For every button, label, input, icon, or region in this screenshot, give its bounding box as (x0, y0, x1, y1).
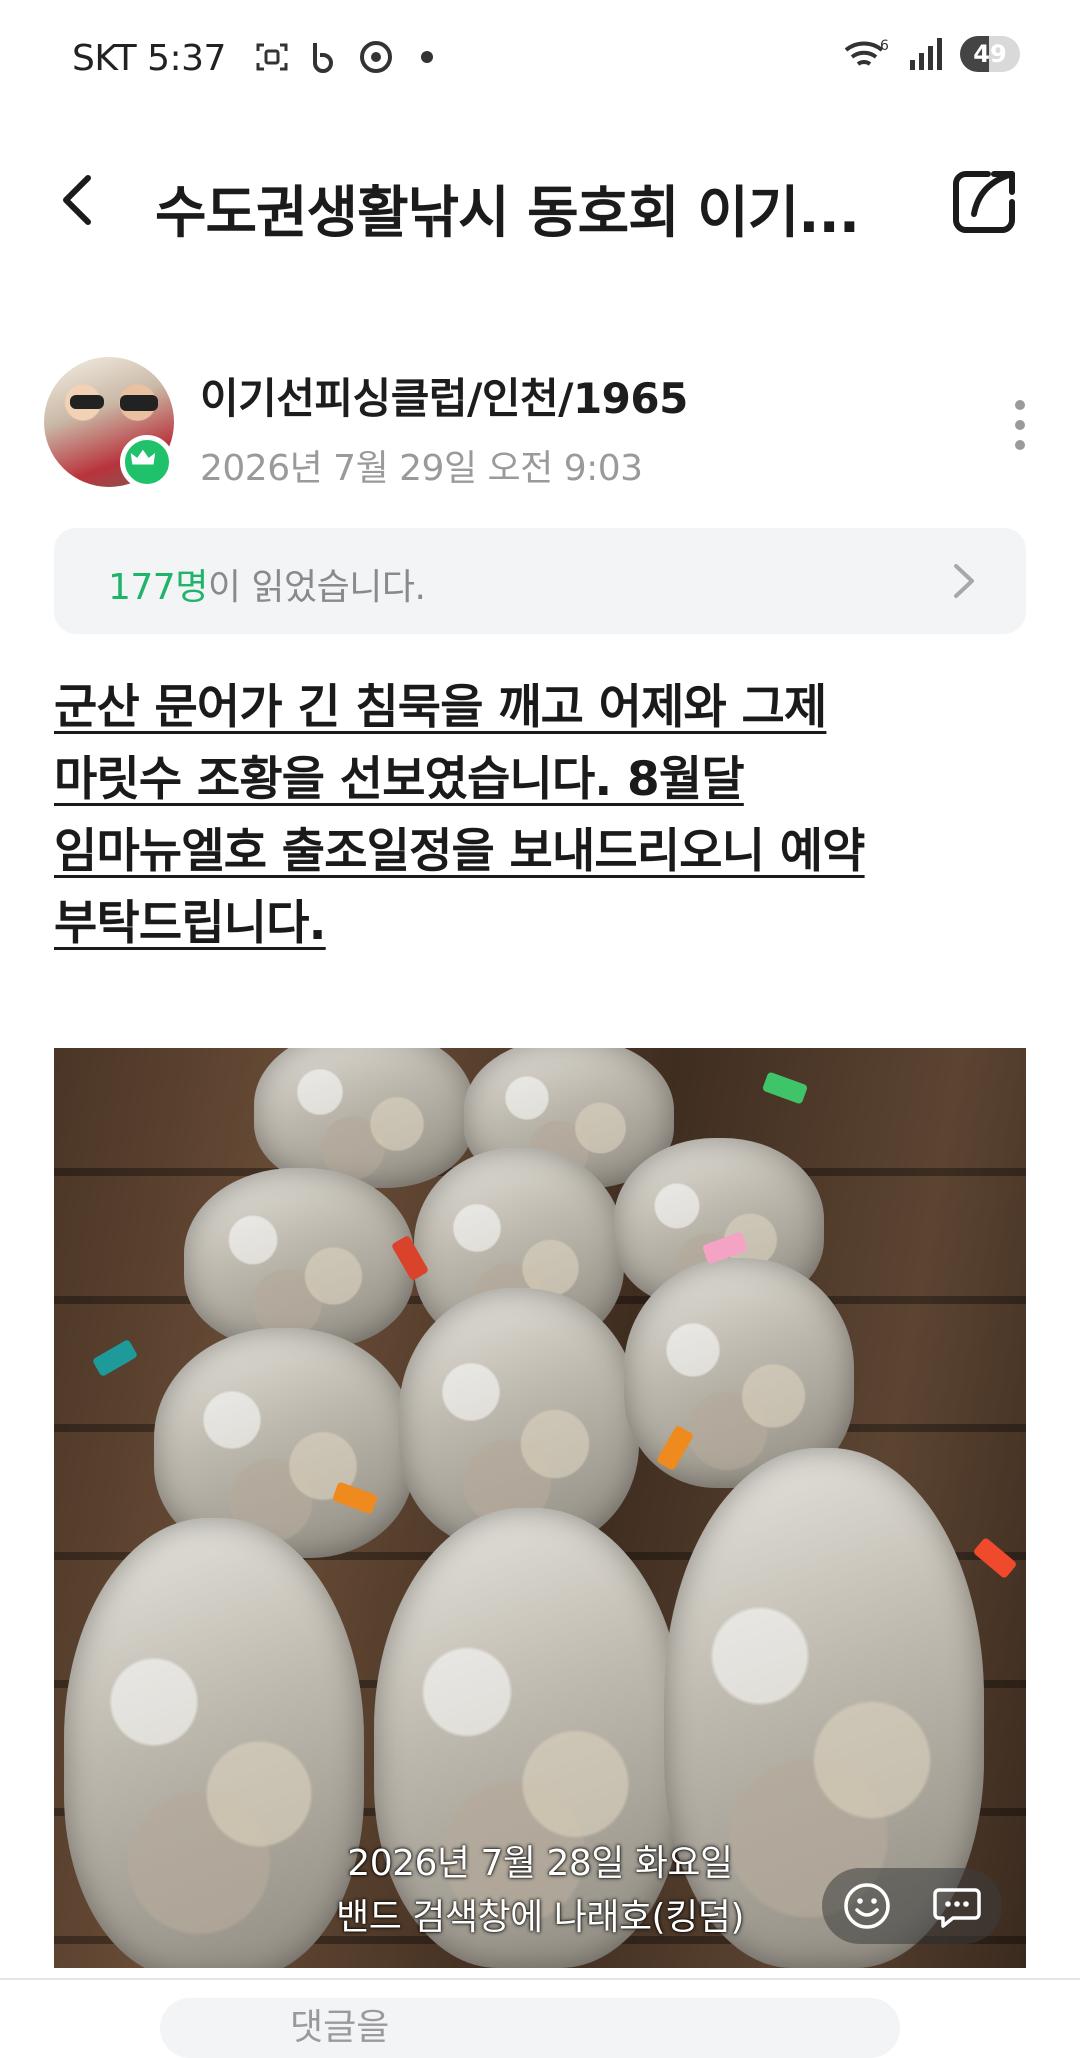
post-photo[interactable]: 2026년 7월 28일 화요일 밴드 검색창에 나래호(킹덤) (54, 1048, 1026, 1968)
comment-bar: 댓글을 (0, 1978, 1080, 2058)
photo-tag (761, 1071, 809, 1105)
leader-crown-icon (120, 435, 174, 489)
status-bar: SKT 5:37 6 49 (0, 0, 1080, 120)
back-arrow-icon[interactable] (50, 170, 110, 230)
floating-actions (822, 1868, 1002, 1944)
readers-suffix: 이 읽었습니다. (207, 567, 426, 608)
notification-dot-icon (421, 51, 433, 63)
wifi-icon: 6 (844, 38, 889, 66)
battery-level: 49 (973, 40, 1007, 68)
screenshot-icon (256, 43, 288, 71)
carrier-label: SKT (72, 38, 137, 79)
band-icon (313, 43, 333, 73)
post-body-line: 군산 문어가 긴 침묵을 깨고 어제와 그제 (54, 680, 827, 735)
chrome-icon (360, 41, 392, 73)
post-date: 2026년 7월 29일 오전 9:03 (200, 448, 643, 489)
photo-tag (972, 1536, 1018, 1580)
wifi-badge: 6 (880, 38, 889, 54)
comment-input[interactable]: 댓글을 (160, 1998, 900, 2058)
more-options-icon[interactable] (1000, 395, 1040, 455)
photo-octopus-bag (254, 1048, 474, 1188)
share-icon[interactable] (948, 166, 1020, 238)
photo-octopus-bag (184, 1168, 414, 1348)
post-body-line: 임마뉴엘호 출조일정을 보내드리오니 예약 (54, 824, 865, 879)
emoji-reaction-icon[interactable] (841, 1880, 893, 1932)
top-app-bar: 수도권생활낚시 동호회 이기... (0, 150, 1080, 250)
signal-icon (910, 38, 942, 70)
battery-indicator: 49 (960, 36, 1020, 72)
photo-tag (91, 1338, 139, 1378)
readers-text: 177명이 읽었습니다. (108, 558, 426, 610)
clock: 5:37 (147, 38, 226, 79)
post-author-section: 이기선피싱클럽/인천/1965 2026년 7월 29일 오전 9:03 (0, 355, 1080, 495)
comment-placeholder: 댓글을 (290, 2007, 390, 2048)
status-carrier-time: SKT 5:37 (72, 38, 226, 79)
post-body-line: 마릿수 조황을 선보였습니다. 8월달 (54, 752, 745, 807)
readers-count-button[interactable]: 177명이 읽었습니다. (54, 528, 1026, 634)
post-body-line: 부탁드립니다. (54, 896, 327, 951)
chevron-right-icon (954, 564, 974, 598)
comment-bubble-icon[interactable] (931, 1880, 983, 1932)
author-name[interactable]: 이기선피싱클럽/인천/1965 (200, 365, 688, 426)
avatar-detail (120, 395, 158, 411)
page-title: 수도권생활낚시 동호회 이기... (155, 181, 860, 246)
avatar-detail (70, 395, 104, 409)
post-body-text: 군산 문어가 긴 침묵을 깨고 어제와 그제 마릿수 조황을 선보였습니다. 8… (54, 672, 1034, 960)
readers-count: 177명 (108, 567, 208, 608)
